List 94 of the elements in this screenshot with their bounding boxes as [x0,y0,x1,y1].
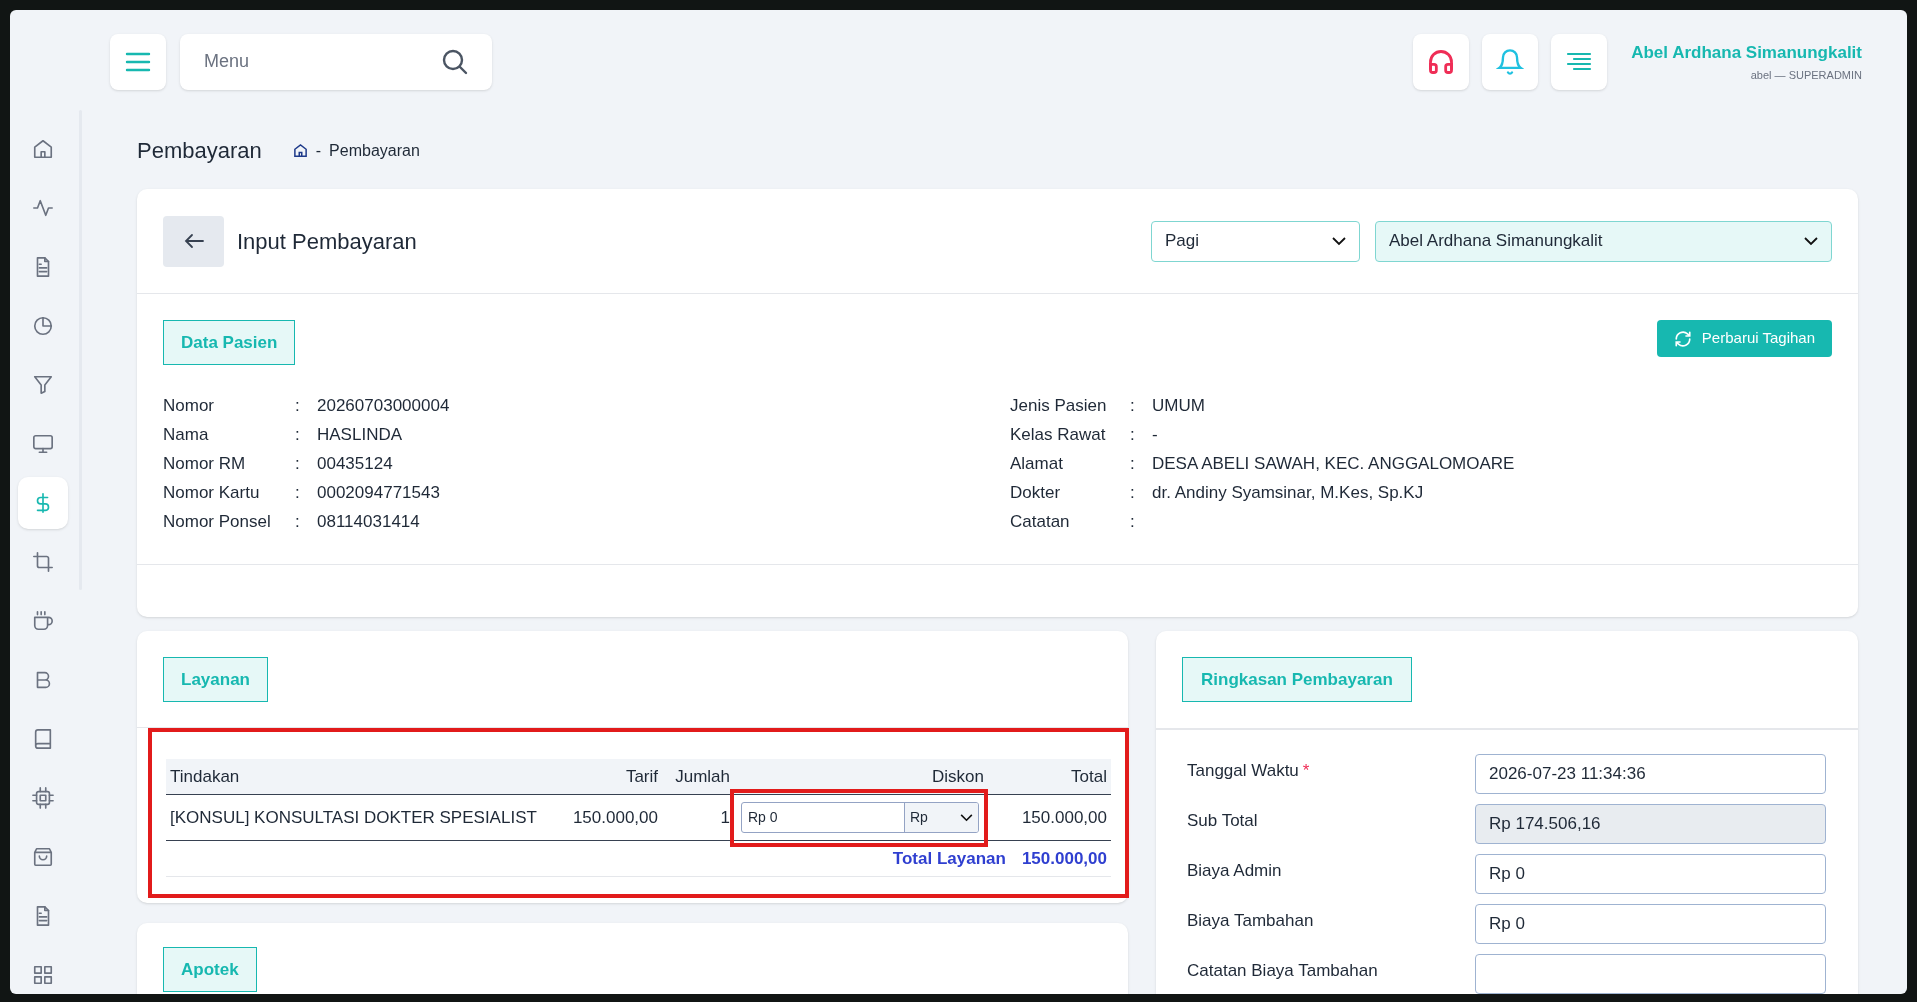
user-role: abel — SUPERADMIN [1750,68,1862,83]
menu-icon [125,50,151,73]
field-label: Nomor Ponsel [163,511,272,533]
page-title: Pembayaran [137,137,262,165]
unit-select[interactable]: Rp [904,803,978,832]
activity-icon [32,197,54,219]
field-colon: : [295,395,301,417]
search-icon [442,48,468,75]
table-cell-text: 150.000,00 [1020,806,1108,829]
field-value: 20260703000004 [317,395,450,417]
field-label: Alamat [1010,453,1064,475]
headset-icon [1427,47,1456,76]
pie-chart-icon [32,315,54,337]
field-colon: : [295,482,301,504]
staff-select[interactable]: Abel Ardhana Simanungkalit [1375,220,1832,262]
column-header: Jumlah [674,765,730,788]
chevron-down-icon [960,813,973,822]
field-colon: : [1130,453,1136,475]
support-button[interactable] [1413,33,1470,90]
field-value: dr. Andiny Syamsinar, M.Kes, Sp.KJ [1152,482,1424,504]
field-value: UMUM [1152,395,1205,417]
arrow-left-icon [183,233,204,249]
total-label: Total Layanan [892,847,1006,870]
column-header: Total [1070,765,1108,788]
bell-icon [1496,47,1525,76]
refresh-icon [1673,329,1692,348]
field-label: Nomor Kartu [163,482,261,504]
user-name: Abel Ardhana Simanungkalit [1631,41,1862,64]
section-label: Data Pasien [163,320,296,365]
field-label: Catatan [1010,511,1071,533]
field-colon: : [295,511,301,533]
field-label: Tanggal Waktu * [1187,760,1311,782]
field-label: Biaya Admin [1187,860,1283,882]
field-label: Dokter [1010,482,1062,504]
input-field[interactable]: Rp 0 [1475,854,1826,894]
breadcrumb-link[interactable]: Pembayaran [329,138,420,163]
column-header: Tarif [624,765,658,788]
section-label: Apotek [163,947,257,992]
field-value: 0002094771543 [317,482,440,504]
discount-field[interactable]: Rp 0 Rp [741,802,979,833]
chevron-down-icon [1804,236,1818,246]
field-label: Jenis Pasien [1010,395,1108,417]
input-field[interactable] [1475,954,1826,994]
field-label: Sub Total [1187,810,1259,832]
field-value: - [1152,424,1158,446]
filter-icon [32,374,54,396]
field-colon: : [1130,424,1136,446]
home-icon [292,143,308,158]
input-field[interactable]: 2026-07-23 11:34:36 [1475,754,1826,794]
table-cell-text: [KONSUL] KONSULTASI DOKTER SPESIALIST [169,806,538,829]
monitor-icon [32,433,54,455]
notification-button[interactable] [1482,33,1539,90]
column-header: Tindakan [169,765,241,788]
field-colon: : [1130,482,1136,504]
field-colon: : [295,453,301,475]
field-value: HASLINDA [317,424,403,446]
shopping-bag-icon [32,846,54,868]
input-field[interactable]: Rp 0 [1475,904,1826,944]
search-field[interactable]: Menu [180,33,492,90]
field-colon: : [295,424,301,446]
back-button[interactable] [163,215,224,267]
section-label: Layanan [163,657,268,702]
field-label: Nomor RM [163,453,247,475]
table-cell-text: 1 [719,806,730,829]
table-cell-text: 150.000,00 [571,806,658,829]
field-value: DESA ABELI SAWAH, KEC. ANGGALOMOARE [1152,453,1515,475]
field-colon: : [1130,511,1136,533]
field-label: Catatan Biaya Tambahan [1187,960,1379,982]
section-label: Ringkasan Pembayaran [1182,657,1412,702]
book-icon [32,728,54,750]
breadcrumb-separator: - [315,140,322,161]
chip-icon [32,787,54,809]
discount-input[interactable]: Rp 0 [742,803,904,832]
shift-select[interactable]: Pagi [1151,220,1360,262]
list-button[interactable] [1551,33,1608,90]
crop-icon [32,551,54,573]
field-label: Kelas Rawat [1010,424,1107,446]
menu-button[interactable] [110,33,166,90]
field-value: 08114031414 [317,511,420,533]
search-input[interactable]: Menu [204,48,442,75]
field-colon: : [1130,395,1136,417]
align-right-icon [1566,50,1593,73]
field-value: 00435124 [317,453,393,475]
required-mark: * [1302,761,1310,780]
field-label: Biaya Tambahan [1187,910,1315,932]
grid-icon [32,964,54,986]
field-label: Nama [163,424,210,446]
field-label: Nomor [163,395,215,417]
cup-icon [32,610,54,632]
total-value: 150.000,00 [1021,847,1108,870]
chevron-down-icon [1332,236,1346,246]
column-header: Diskon [931,765,985,788]
card-title: Input Pembayaran [237,227,417,256]
home-icon [32,138,54,160]
